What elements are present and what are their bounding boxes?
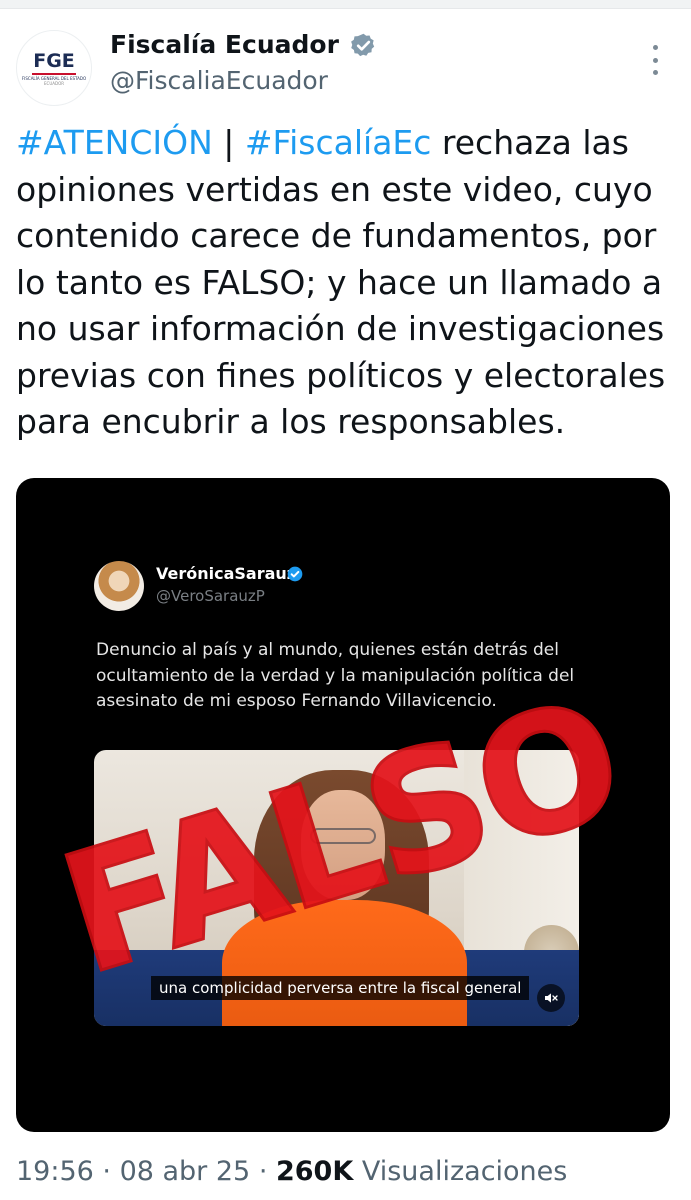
tweet-body: rechaza las opiniones vertidas en este v… [16,123,666,441]
more-dot [652,45,658,50]
embedded-account-name: VerónicaSarauz [156,564,297,583]
speaker-glyph [545,993,558,1003]
account-name[interactable]: Fiscalía Ecuador [110,30,339,59]
tweet-text: #ATENCIÓN | #FiscalíaEc rechaza las opin… [16,120,681,446]
embedded-verified-icon [287,566,303,582]
logo-subtext-country: ECUADOR [44,80,64,86]
muted-speaker-icon[interactable] [537,984,565,1012]
hashtag-atencion[interactable]: #ATENCIÓN [16,123,213,162]
views-count: 260K [275,1156,354,1187]
verified-badge-icon [351,33,375,57]
more-options-icon[interactable] [646,45,664,75]
account-avatar[interactable]: FGE FISCALÍA GENERAL DEL ESTADO ECUADOR [16,30,92,106]
fge-logo-text: FGE [33,49,75,72]
tweet-meta: 19:56 · 08 abr 25 · 260K Visualizaciones [16,1156,567,1187]
more-dot [652,57,658,63]
views-label: Visualizaciones [353,1156,568,1187]
tweet-date[interactable]: 08 abr 25 [120,1156,251,1187]
account-handle[interactable]: @FiscaliaEcuador [110,66,328,95]
hashtag-fiscaliaec[interactable]: #FiscalíaEc [245,123,432,162]
tweet-separator: | [212,123,245,162]
top-divider-bar [0,0,691,8]
embedded-account-handle: @VeroSarauzP [156,587,265,605]
logo-underline [32,72,76,75]
media-video[interactable]: VerónicaSarauz @VeroSarauzP Denuncio al … [16,478,670,1132]
top-divider-line [0,8,691,9]
meta-separator: · [93,1156,120,1187]
meta-separator: · [250,1156,276,1187]
tweet-time[interactable]: 19:56 [16,1156,94,1187]
embedded-avatar [94,561,144,611]
more-dot [652,70,658,75]
